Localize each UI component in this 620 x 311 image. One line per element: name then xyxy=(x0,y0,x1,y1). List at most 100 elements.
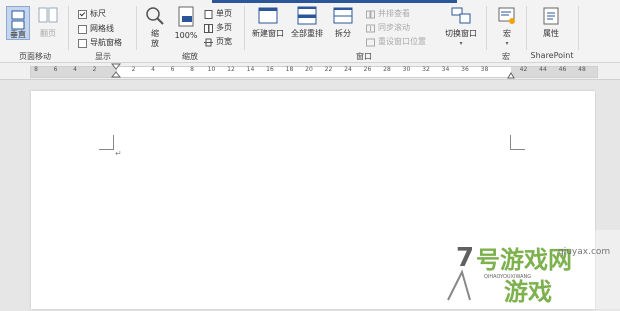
vertical-bg: 垂直 xyxy=(6,6,30,40)
multi-page-button[interactable]: 多页 xyxy=(204,23,232,33)
ruler-tick-label: 6 xyxy=(170,66,175,73)
separator xyxy=(68,6,69,50)
nav-pane-checkbox[interactable]: 导航窗格 xyxy=(78,38,122,48)
one-page-button[interactable]: 单页 xyxy=(204,9,232,19)
group-label-window: 窗口 xyxy=(356,52,372,61)
split-label: 拆分 xyxy=(335,29,351,38)
split-button[interactable]: 拆分 xyxy=(330,6,356,39)
view-side-by-side-button[interactable]: 并排查看 xyxy=(366,9,410,19)
ruler-tick-label: 20 xyxy=(305,66,313,73)
ruler-label: 标尺 xyxy=(90,9,106,18)
vertical-label: 垂直 xyxy=(10,30,26,39)
reset-position-icon xyxy=(366,38,375,46)
group-label-show: 显示 xyxy=(95,52,111,61)
svg-text:游戏: 游戏 xyxy=(504,278,552,306)
svg-text:7: 7 xyxy=(456,243,474,273)
ruler-check-icon xyxy=(78,9,87,19)
reset-window-position-button[interactable]: 重设窗口位置 xyxy=(366,37,426,47)
nav-pane-label: 导航窗格 xyxy=(90,38,122,47)
ruler-tick-label: 28 xyxy=(383,66,391,73)
arrange-all-button[interactable]: 全部重排 xyxy=(288,6,326,39)
indent-marker-icon[interactable] xyxy=(111,63,121,79)
ruler-tick-label: 16 xyxy=(266,66,274,73)
ruler-tick-label: 34 xyxy=(441,66,450,73)
ruler-tick-label: 26 xyxy=(363,66,372,73)
zoom-100-icon xyxy=(178,6,194,27)
horizontal-ruler[interactable]: 8 6 4 2 2 4 6 8 10 12 14 16 18 20 22 24 26 28 30 32 34 36 38 42… xyxy=(0,63,620,80)
ruler-tick-label: 8 xyxy=(190,66,194,73)
ruler-tick-label: 30 xyxy=(402,66,411,73)
ruler-tick-label: 12 xyxy=(227,66,235,73)
ruler-tick-label: 24 xyxy=(344,66,352,73)
ruler-tick-label: 22 xyxy=(324,66,333,73)
ruler-tick-label: 8 xyxy=(34,66,38,73)
ruler-tick-label: 2 xyxy=(131,66,136,73)
watermark-logo: 7 号游戏网 游戏 qiuyax.com QIHAOYOUXIWANG xyxy=(440,230,620,309)
side-to-side-button[interactable]: 翻页 xyxy=(36,6,60,39)
svg-text:QIHAOYOUXIWANG: QIHAOYOUXIWANG xyxy=(484,274,531,280)
ruler-tick-label: 44 xyxy=(539,66,547,73)
separator xyxy=(578,6,579,50)
ribbon-tab-strip xyxy=(212,0,457,3)
ruler-tick-label: 4 xyxy=(151,66,155,73)
zoom-100-label: 100% xyxy=(174,31,198,40)
macro-chevron-icon: ▾ xyxy=(505,40,509,47)
ruler-tick-label: 14 xyxy=(246,66,255,73)
sync-scroll-icon xyxy=(366,24,375,32)
one-page-label: 单页 xyxy=(216,9,232,18)
switch-window-icon xyxy=(451,7,471,24)
ruler-tick-label: 6 xyxy=(53,66,58,73)
sync-scroll-button[interactable]: 同步滚动 xyxy=(366,23,410,33)
side-by-side-label: 并排查看 xyxy=(378,9,410,18)
properties-icon xyxy=(543,7,559,25)
side-by-side-icon xyxy=(366,10,375,18)
ruler-tick-label: 42 xyxy=(519,66,528,73)
gridlines-checkbox[interactable]: 网格线 xyxy=(78,24,114,34)
new-window-icon xyxy=(258,7,278,24)
zoom-label: 缩放 xyxy=(151,29,159,48)
switch-window-label: 切换窗口 xyxy=(445,29,477,38)
group-label-zoom: 缩放 xyxy=(182,52,198,61)
new-window-button[interactable]: 新建窗口 xyxy=(250,6,286,39)
crop-mark-top-left xyxy=(99,135,114,150)
crop-mark-top-right xyxy=(510,135,525,150)
properties-label: 属性 xyxy=(543,29,559,38)
gridlines-label: 网格线 xyxy=(90,24,114,33)
ruler-tick-label: 48 xyxy=(578,66,586,73)
separator xyxy=(526,6,527,50)
ruler-tick-label: 4 xyxy=(73,66,77,73)
multi-page-label: 多页 xyxy=(216,23,232,32)
group-label-page-movement: 页面移动 xyxy=(19,52,51,61)
page-width-label: 页宽 xyxy=(216,37,232,46)
ruler-tick-label: 32 xyxy=(422,66,430,73)
svg-text:qiuyax.com: qiuyax.com xyxy=(558,247,610,257)
arrange-all-icon xyxy=(297,6,317,25)
zoom-button[interactable]: 缩放 xyxy=(142,6,168,49)
watermark-graphic-icon: 7 号游戏网 游戏 qiuyax.com QIHAOYOUXIWANG xyxy=(447,243,610,306)
switch-window-button[interactable]: 切换窗口 ▾ xyxy=(442,6,480,49)
ruler-tick-label: 2 xyxy=(92,66,97,73)
side-by-side-pages-icon xyxy=(38,7,58,23)
vertical-button[interactable]: 垂直 xyxy=(4,6,32,40)
page-width-icon xyxy=(204,38,213,46)
sync-scroll-label: 同步滚动 xyxy=(378,23,410,32)
ruler-tick-label: 46 xyxy=(558,66,567,73)
properties-button[interactable]: 属性 xyxy=(536,6,566,39)
macros-button[interactable]: 宏 ▾ xyxy=(494,6,520,49)
multi-page-icon xyxy=(204,23,213,33)
vertical-pages-icon xyxy=(11,10,25,30)
ruler-checkbox[interactable]: 标尺 xyxy=(78,9,106,19)
nav-pane-check-icon xyxy=(78,38,87,48)
ruler-tick-label: 38 xyxy=(480,66,489,73)
switch-window-chevron-icon: ▾ xyxy=(459,40,463,47)
ribbon: 垂直 翻页 页面移动 标尺 网格线 导航窗格 显示 缩放 100% 单页 多页 … xyxy=(0,0,620,63)
separator xyxy=(244,6,245,50)
page-width-button[interactable]: 页宽 xyxy=(204,37,232,47)
ruler-tick-label: 36 xyxy=(461,66,469,73)
zoom-100-button[interactable]: 100% xyxy=(172,6,200,41)
right-indent-marker-icon[interactable] xyxy=(507,71,515,79)
ruler-tick-label: 10 xyxy=(207,66,216,73)
gridlines-check-icon xyxy=(78,24,87,34)
macro-label: 宏 xyxy=(503,29,511,38)
paragraph-mark: ↵ xyxy=(115,149,122,158)
